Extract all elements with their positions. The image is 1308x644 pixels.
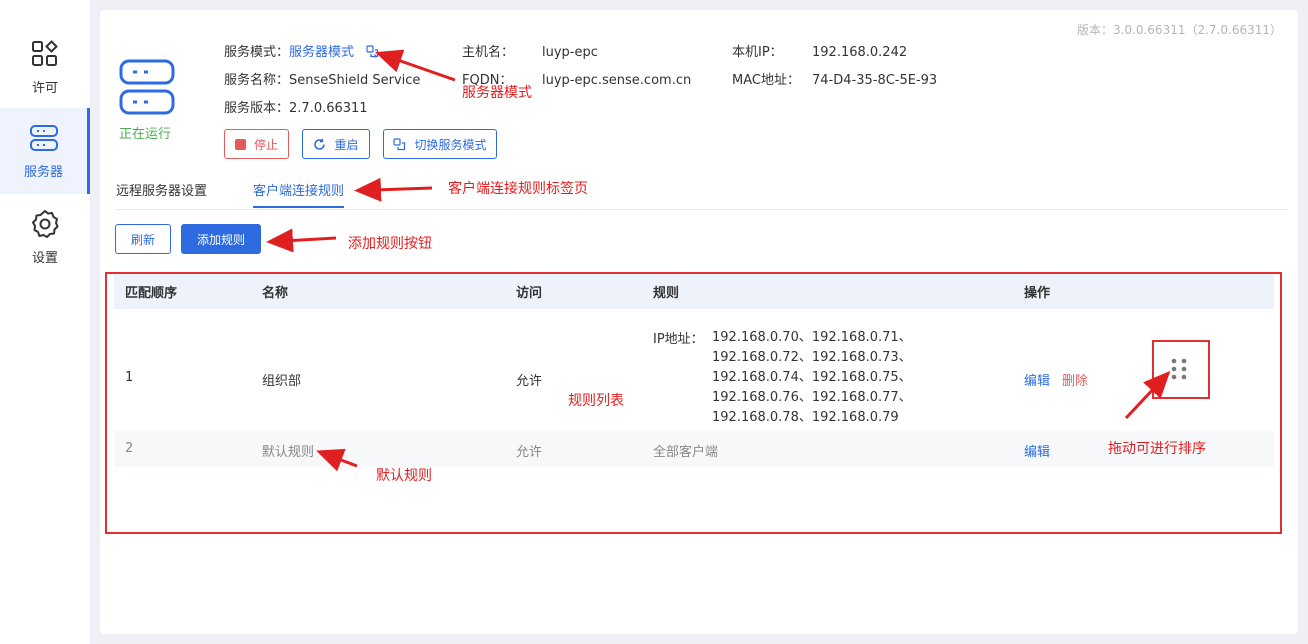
annotation-arrows <box>266 49 1171 472</box>
arrow-drag-sort <box>1124 370 1171 420</box>
arrow-default-rule <box>316 448 358 472</box>
arrow-tab <box>354 177 433 202</box>
arrow-add-button <box>266 228 337 253</box>
arrow-server-mode <box>375 49 456 82</box>
